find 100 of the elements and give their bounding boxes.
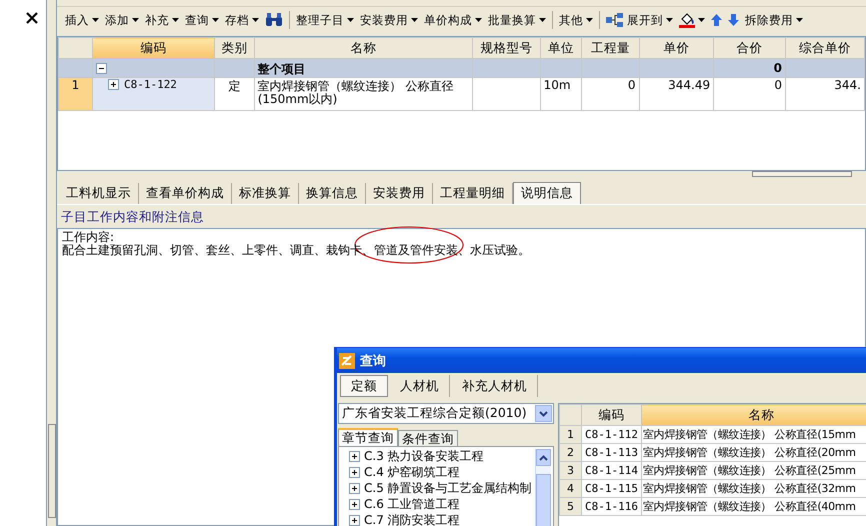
caret-icon [796,18,803,22]
table-cell: 344.49 [639,78,714,110]
table-cell: C8-1-113 [582,444,642,462]
table-cell: 室内焊接钢管（螺纹连接） 公称直径(15mm [642,426,866,444]
table-cell: 10m [540,78,582,110]
menu-button[interactable]: 添加 [103,12,141,28]
dialog-title: 查询 [360,352,386,370]
column-header[interactable]: 名称 [254,38,473,58]
row-number: 1 [58,78,92,110]
table-cell: 室内焊接钢管（螺纹连接） 公称直径(20mm [642,444,866,462]
table-cell: 室内焊接钢管（螺纹连接） 公称直径(150mm以内) [254,78,473,110]
app-icon [339,352,355,368]
table-cell [582,58,640,78]
caret-icon [92,18,99,22]
binoculars-icon[interactable] [263,12,285,28]
column-header[interactable]: 工程量 [582,38,640,58]
expand-icon[interactable] [108,79,119,90]
caret-icon [172,18,179,22]
chevron-down-icon [539,410,548,416]
scroll-up-icon[interactable] [539,454,548,460]
caret-icon [666,18,673,22]
table-cell: 室内焊接钢管（螺纹连接） 公称直径(25mm [642,462,866,480]
row-number: 5 [560,498,582,516]
tree-item[interactable]: C.6 工业管道工程 [364,496,460,513]
collapse-icon[interactable] [96,62,107,74]
menu-button[interactable]: 插入 [63,12,101,28]
menu-button[interactable]: 批量换算 [486,12,548,28]
column-header[interactable]: 名称 [642,404,866,426]
quota-dropdown[interactable]: 广东省安装工程综合定额(2010) [338,403,554,424]
tab[interactable]: 换算信息 [299,182,366,204]
menu-button[interactable]: 存档 [223,12,261,28]
tab[interactable]: 查看单价构成 [139,182,232,204]
move-up-icon[interactable] [709,13,724,27]
menu-button[interactable]: 拆除费用 [743,12,805,28]
scrollbar-thumb[interactable] [752,171,852,177]
table-cell: C8-1-116 [582,498,642,516]
menu-button[interactable]: 安装费用 [358,12,420,28]
column-header[interactable]: 综合单价 [786,38,864,58]
menu-button[interactable]: 单价构成 [422,12,484,28]
table-cell: C8-1-114 [582,462,642,480]
column-header[interactable]: 单价 [639,38,714,58]
fill-color-button[interactable] [677,11,707,29]
menu-button[interactable]: 其他 [557,12,595,28]
tab[interactable]: 定额 [340,375,388,397]
tree-item[interactable]: C.5 静置设备与工艺金属结构制 [364,480,532,497]
tab[interactable]: 安装费用 [366,182,433,204]
table-cell: 344. [786,78,864,110]
caret-icon [212,18,219,22]
tree-item[interactable]: C.7 消防安装工程 [364,512,460,526]
table-cell: 室内焊接钢管（螺纹连接） 公称直径(32mm [642,480,866,498]
table-cell: C8-1-115 [582,480,642,498]
caret-icon [586,18,593,22]
column-header[interactable]: 编码 [582,404,642,426]
row-number: 3 [560,462,582,480]
table-cell: 0 [714,78,786,110]
column-header[interactable]: 规格型号 [472,38,540,58]
caret-icon [347,18,354,22]
tab[interactable]: 补充人材机 [452,375,538,397]
tree-item[interactable]: C.4 炉窑砌筑工程 [364,464,460,481]
tab[interactable]: 条件查询 [398,430,458,446]
expand-menu-button[interactable]: 展开到 [604,12,675,28]
column-header[interactable]: 编码 [92,38,215,58]
tree-icon [606,13,624,27]
tree-item[interactable]: C.3 热力设备安装工程 [364,448,484,465]
expand-icon[interactable] [349,467,360,478]
row-number: 1 [560,426,582,444]
expand-icon[interactable] [349,483,360,494]
expand-icon[interactable] [349,499,360,510]
column-header[interactable]: 单位 [540,38,582,58]
menu-button[interactable]: 补充 [143,12,181,28]
table-cell: 0 [714,58,786,78]
table-cell [472,78,540,110]
expand-icon[interactable] [349,515,360,526]
tab[interactable]: 工料机显示 [59,182,139,204]
table-cell [540,58,582,78]
menu-button[interactable]: 查询 [183,12,221,28]
column-header[interactable]: 类别 [214,38,254,58]
tab[interactable]: 人材机 [390,375,450,397]
table-cell: 0 [582,78,640,110]
row-number: 2 [560,444,582,462]
table-cell [472,58,540,78]
tab[interactable]: 章节查询 [338,428,398,446]
expand-icon[interactable] [349,451,360,462]
description-text: 工作内容: [62,230,114,244]
code-text: C8-1-122 [124,78,177,91]
close-icon[interactable] [26,12,38,24]
paint-bucket-icon [679,12,695,28]
caret-icon [475,18,482,22]
caret-icon [411,18,418,22]
menu-button[interactable]: 整理子目 [294,12,356,28]
move-down-icon[interactable] [726,13,741,27]
caret-icon [132,18,139,22]
tab[interactable]: 说明信息 [513,182,581,204]
scrollbar-thumb[interactable] [536,474,551,526]
column-header[interactable]: 合价 [714,38,786,58]
scrollbar-thumb[interactable] [48,424,56,518]
table-cell: 室内焊接钢管（螺纹连接） 公称直径(40mm [642,498,866,516]
tab[interactable]: 标准换算 [232,182,299,204]
row-number: 4 [560,480,582,498]
table-cell: 整个项目 [254,58,473,78]
